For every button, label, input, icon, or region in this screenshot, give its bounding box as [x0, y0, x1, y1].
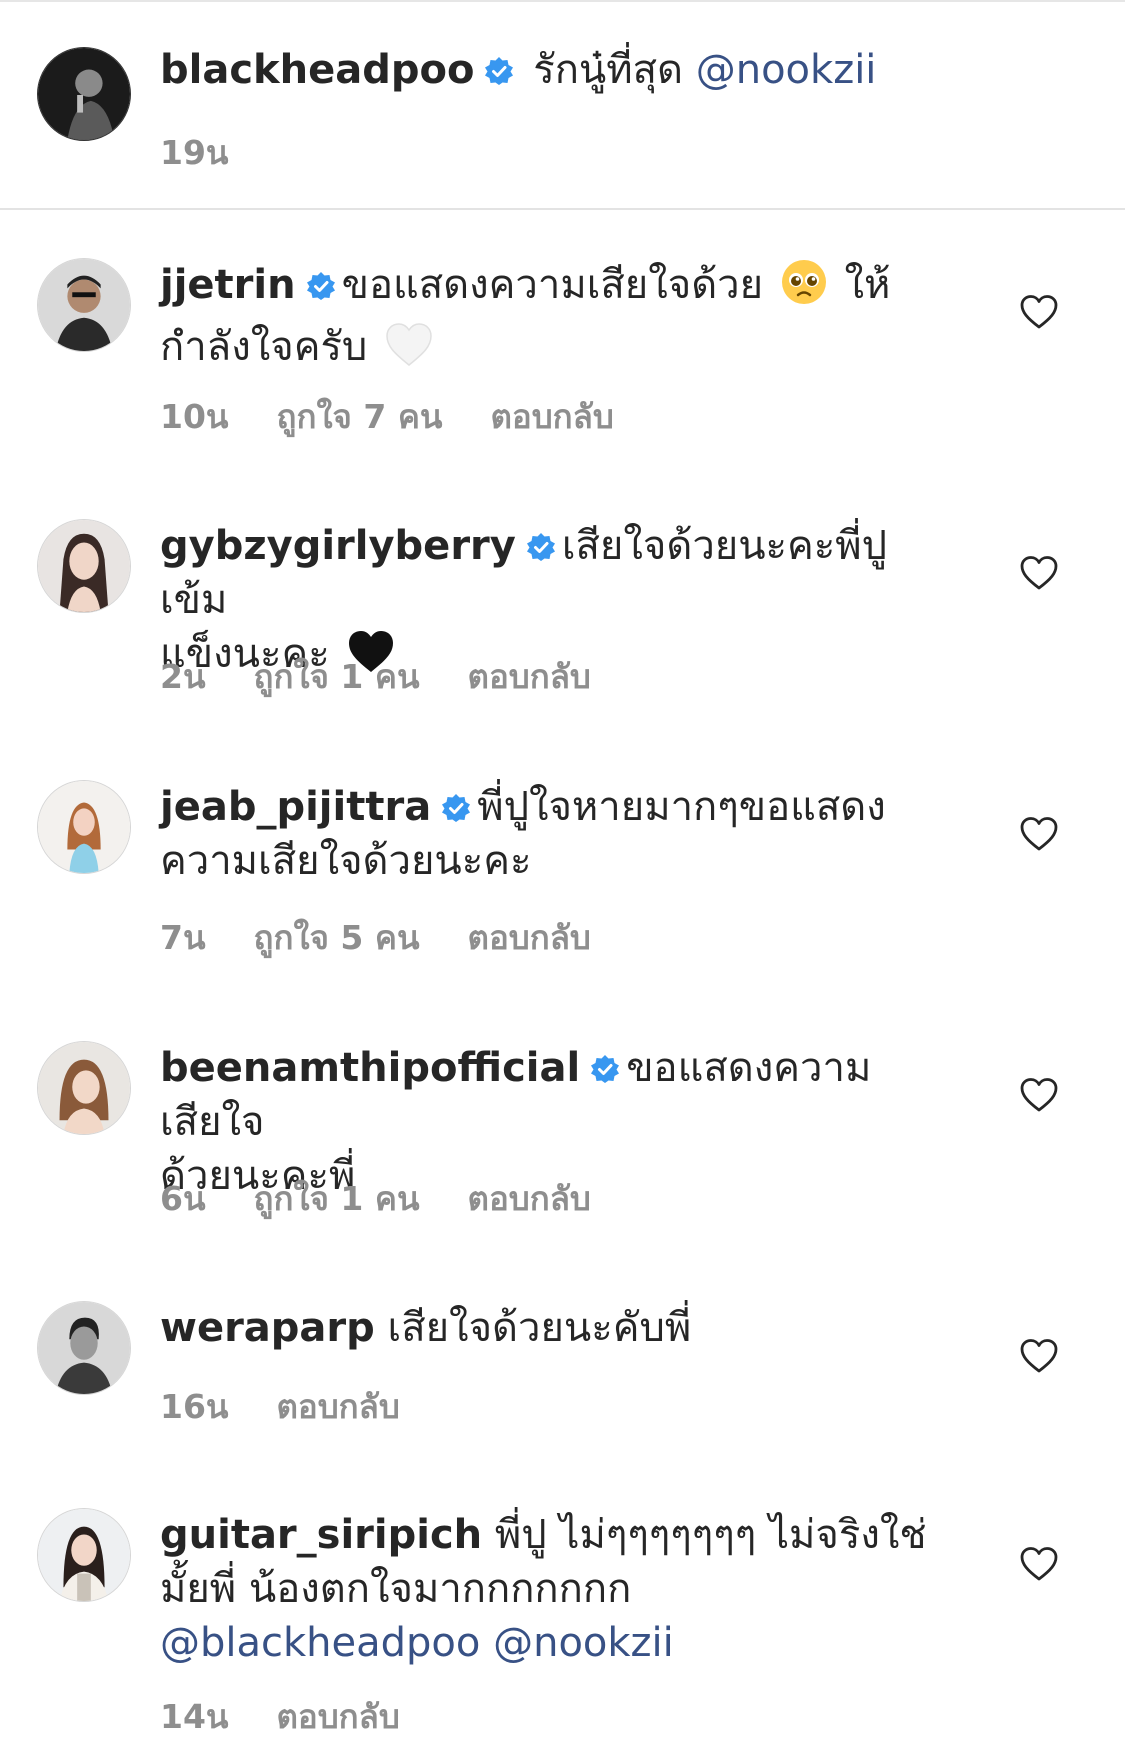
- comment-meta: 7น ถูกใจ 5 คน ตอบกลับ: [160, 911, 639, 964]
- comment-message-end: ให้: [844, 262, 891, 308]
- like-heart-icon[interactable]: [1019, 1338, 1059, 1374]
- comment-message-line2: กำลังใจครับ: [160, 324, 368, 370]
- avatar[interactable]: [37, 1041, 131, 1135]
- avatar[interactable]: [37, 780, 131, 874]
- comment-meta: 6น ถูกใจ 1 คน ตอบกลับ: [160, 1172, 639, 1225]
- avatar[interactable]: [37, 47, 131, 141]
- likes-count[interactable]: ถูกใจ 7 คน: [276, 397, 442, 436]
- like-heart-icon[interactable]: [1019, 294, 1059, 330]
- comment-meta: 10น ถูกใจ 7 คน ตอบกลับ: [160, 390, 662, 443]
- username[interactable]: guitar_siripich: [160, 1512, 482, 1558]
- avatar[interactable]: [37, 519, 131, 613]
- comment-message: พี่ปูใจหายมากๆขอแสดง: [477, 784, 886, 830]
- comment-message: เสียใจด้วยนะคับพี่: [387, 1305, 692, 1351]
- comment-text: guitar_siripich พี่ปู ไม่ๆๆๆๆๆๆๆ ไม่จริง…: [160, 1508, 950, 1670]
- likes-count[interactable]: ถูกใจ 1 คน: [254, 1179, 420, 1218]
- white-heart-icon: [384, 322, 434, 382]
- comment-meta: 2น ถูกใจ 1 คน ตอบกลับ: [160, 650, 639, 703]
- reply-button[interactable]: ตอบกลับ: [468, 657, 591, 696]
- comment-message-line2: ความเสียใจด้วยนะคะ: [160, 838, 532, 884]
- pleading-face-icon: [780, 258, 828, 320]
- like-heart-icon[interactable]: [1019, 816, 1059, 852]
- timestamp: 6น: [160, 1179, 206, 1218]
- likes-count[interactable]: ถูกใจ 5 คน: [254, 918, 420, 957]
- caption-message: รักนู๋ที่สุด: [533, 47, 684, 93]
- reply-button[interactable]: ตอบกลับ: [490, 397, 613, 436]
- timestamp: 10น: [160, 397, 229, 436]
- timestamp: 19น: [160, 133, 229, 172]
- verified-badge-icon: [484, 56, 514, 86]
- comment-text: weraparp เสียใจด้วยนะคับพี่: [160, 1301, 950, 1355]
- caption-text: blackheadpoo รักนู๋ที่สุด @nookzii: [160, 43, 950, 97]
- timestamp: 14น: [160, 1697, 229, 1736]
- reply-button[interactable]: ตอบกลับ: [468, 1179, 591, 1218]
- timestamp: 16น: [160, 1387, 229, 1426]
- comment-message-line2: มั้ยพี่ น้องตกใจมากกกกกกก: [160, 1566, 632, 1612]
- mention-link[interactable]: @blackheadpoo: [160, 1620, 480, 1666]
- comment-message: พี่ปู ไม่ๆๆๆๆๆๆๆ ไม่จริงใช่: [494, 1512, 927, 1558]
- reply-button[interactable]: ตอบกลับ: [468, 918, 591, 957]
- verified-badge-icon: [590, 1054, 620, 1084]
- username[interactable]: gybzygirlyberry: [160, 523, 516, 569]
- avatar[interactable]: [37, 1508, 131, 1602]
- comment-text: jjetrin ขอแสดงความเสียใจด้วย ให้ กำลังใจค…: [160, 258, 950, 382]
- like-heart-icon[interactable]: [1019, 1546, 1059, 1582]
- comment-meta: 16น ตอบกลับ: [160, 1380, 448, 1433]
- caption-meta: 19น: [160, 126, 276, 179]
- timestamp: 7น: [160, 918, 206, 957]
- reply-button[interactable]: ตอบกลับ: [276, 1387, 399, 1426]
- mention-link[interactable]: @nookzii: [696, 47, 877, 93]
- comment-message: ขอแสดงความเสียใจด้วย: [341, 262, 764, 308]
- mention-link[interactable]: @nookzii: [493, 1620, 674, 1666]
- verified-badge-icon: [526, 532, 556, 562]
- username[interactable]: blackheadpoo: [160, 47, 474, 93]
- avatar[interactable]: [37, 258, 131, 352]
- username[interactable]: jjetrin: [160, 262, 296, 308]
- timestamp: 2น: [160, 657, 206, 696]
- username[interactable]: beenamthipofficial: [160, 1045, 580, 1091]
- verified-badge-icon: [306, 271, 336, 301]
- comment-meta: 14น ตอบกลับ: [160, 1690, 448, 1743]
- reply-button[interactable]: ตอบกลับ: [276, 1697, 399, 1736]
- username[interactable]: jeab_pijittra: [160, 784, 431, 830]
- like-heart-icon[interactable]: [1019, 555, 1059, 591]
- comment-text: jeab_pijittra พี่ปูใจหายมากๆขอแสดง ความเส…: [160, 780, 950, 888]
- verified-badge-icon: [441, 793, 471, 823]
- likes-count[interactable]: ถูกใจ 1 คน: [254, 657, 420, 696]
- like-heart-icon[interactable]: [1019, 1077, 1059, 1113]
- post-caption: blackheadpoo รักนู๋ที่สุด @nookzii 19น: [0, 0, 1125, 210]
- avatar[interactable]: [37, 1301, 131, 1395]
- username[interactable]: weraparp: [160, 1305, 375, 1351]
